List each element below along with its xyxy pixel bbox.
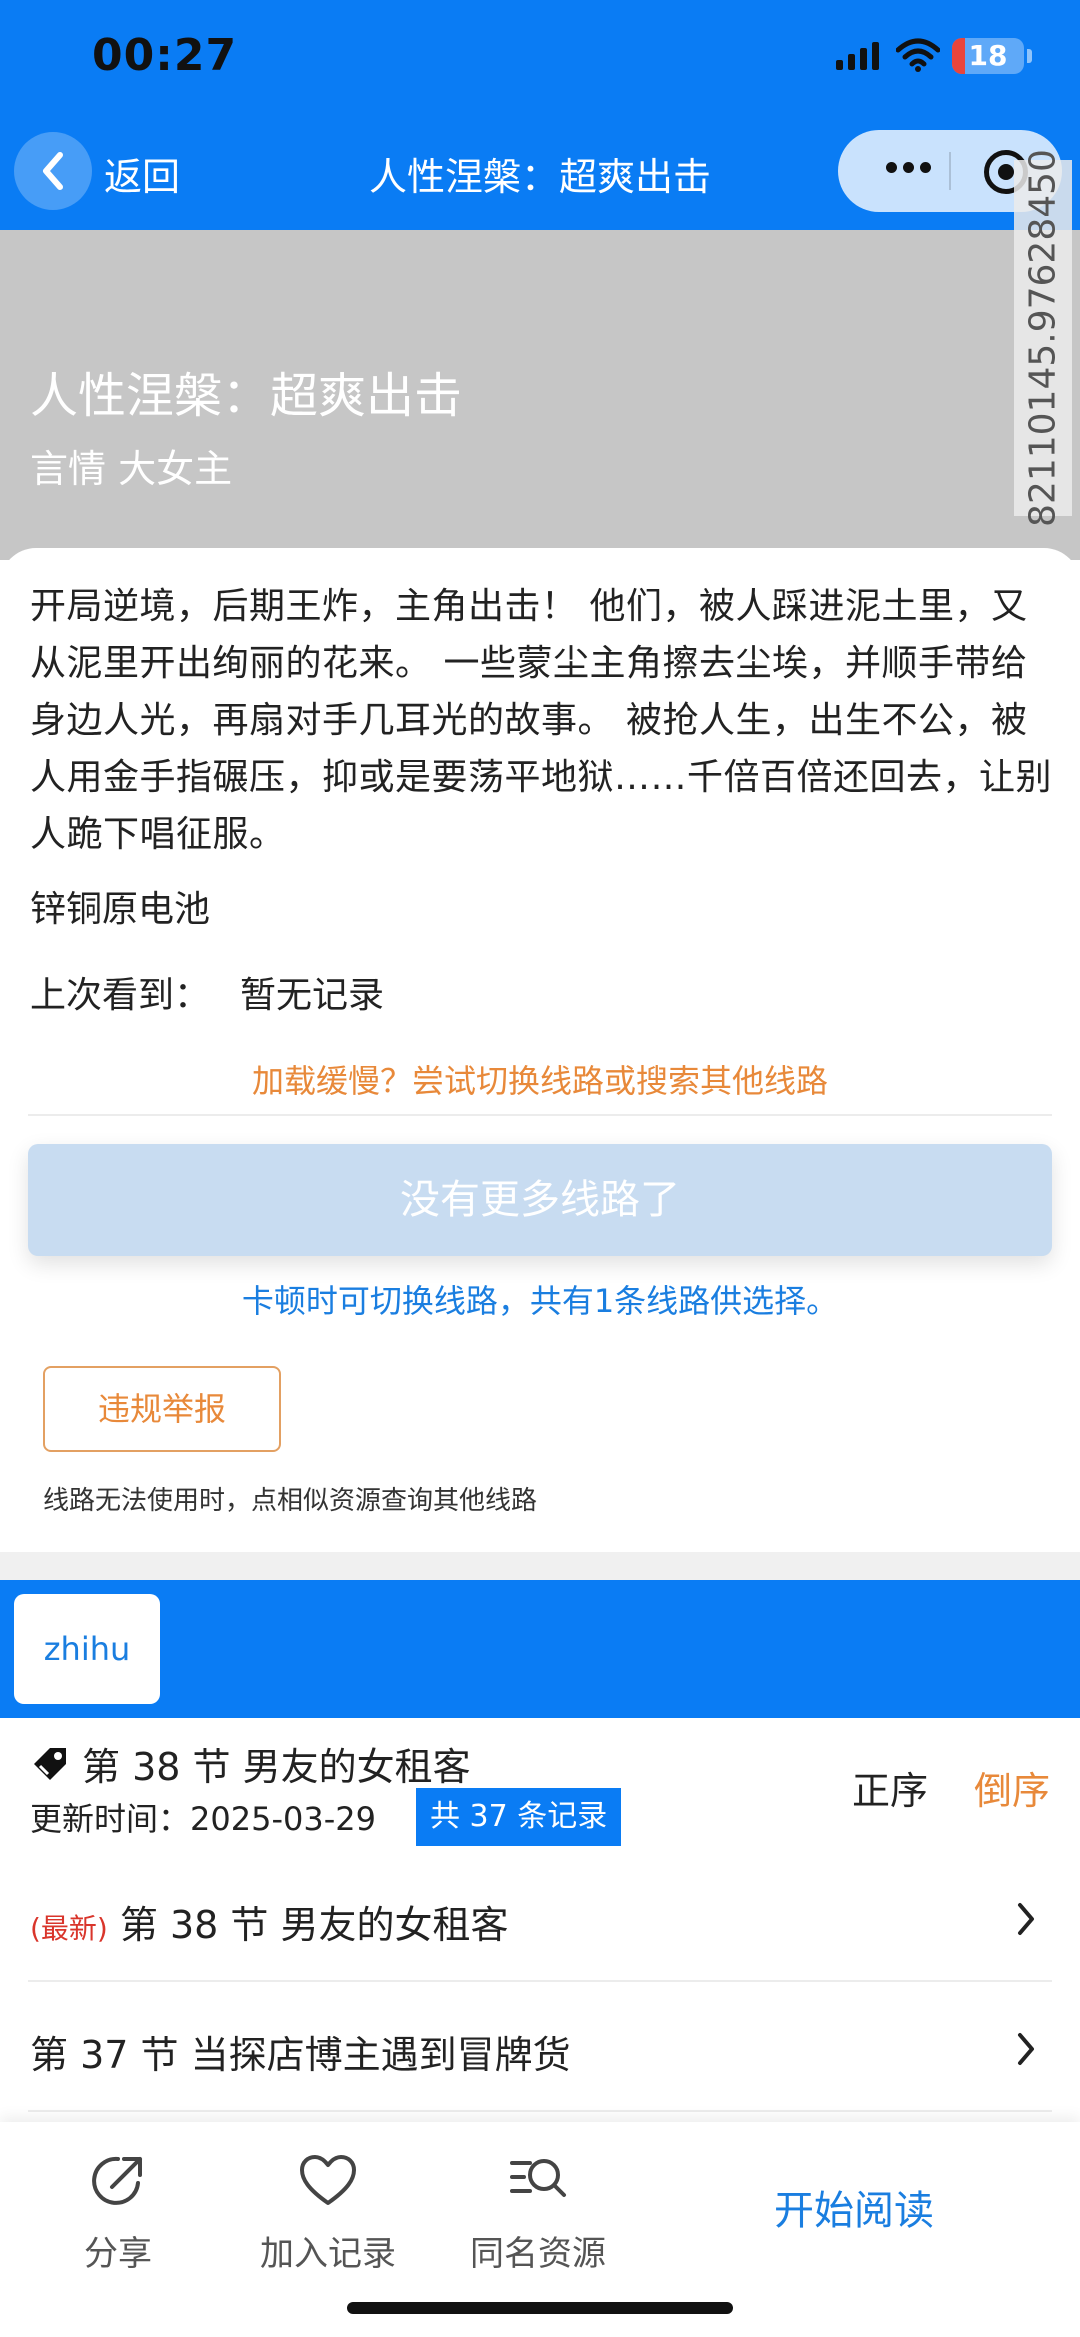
watermark-text: 82110145.97628450 <box>1022 149 1064 527</box>
same-name-resources-button[interactable]: 同名资源 <box>448 2148 628 2275</box>
report-button[interactable]: 违规举报 <box>43 1366 281 1452</box>
chevron-right-icon <box>1018 1903 1034 1935</box>
cellular-signal-icon <box>836 42 879 70</box>
book-tags: 言情 大女主 <box>30 447 233 491</box>
start-reading-button[interactable]: 开始阅读 <box>744 2178 964 2236</box>
newest-tag: (最新) <box>30 1912 108 1945</box>
book-info-card: 开局逆境，后期王炸，主角出击！ 他们，被人踩进泥土里，又从泥里开出绚丽的花来。 … <box>0 548 1080 1552</box>
chapter-title: 第 38 节 男友的女租客 <box>119 1903 509 1947</box>
chevron-right-icon <box>1018 2033 1034 2065</box>
chapter-label: (最新) 第 38 节 男友的女租客 <box>30 1894 508 1949</box>
no-more-routes-button[interactable]: 没有更多线路了 <box>28 1144 1052 1256</box>
add-record-button[interactable]: 加入记录 <box>238 2148 418 2275</box>
battery-level: 18 <box>968 39 1008 72</box>
same-name-label: 同名资源 <box>470 2234 606 2274</box>
book-description: 开局逆境，后期王炸，主角出击！ 他们，被人踩进泥土里，又从泥里开出绚丽的花来。 … <box>30 586 1053 855</box>
sort-ascending-button[interactable]: 正序 <box>852 1760 928 1815</box>
home-indicator[interactable] <box>347 2302 733 2314</box>
status-bar: 00:27 18 <box>0 0 1080 112</box>
chapter-list-item[interactable]: (最新) 第 38 节 男友的女租客 <box>0 1852 1080 1982</box>
status-time: 00:27 <box>92 30 238 81</box>
source-tabs: zhihu <box>0 1580 1080 1718</box>
chapter-list-item[interactable]: 第 37 节 当探店博主遇到冒牌货 <box>0 1982 1080 2112</box>
battery-icon: 18 <box>952 38 1024 74</box>
book-author: 锌铜原电池 <box>30 889 211 930</box>
heart-icon <box>300 2155 356 2205</box>
source-tab-zhihu[interactable]: zhihu <box>14 1594 160 1704</box>
last-seen-label: 上次看到： <box>30 975 211 1016</box>
bookmark-tag-icon <box>34 1748 66 1780</box>
last-seen-value: 暂无记录 <box>240 975 385 1016</box>
last-seen: 上次看到： 暂无记录 <box>30 966 384 1018</box>
latest-chapter-title: 第 38 节 男友的女租客 <box>82 1745 471 1789</box>
chapter-header: 第 38 节 男友的女租客 更新时间：2025-03-29 共 37 条记录 正… <box>0 1718 1080 1848</box>
section-gap <box>0 1552 1080 1580</box>
route-unusable-tip: 线路无法使用时，点相似资源查询其他线路 <box>43 1486 538 1516</box>
divider <box>28 2110 1052 2112</box>
sort-descending-button[interactable]: 倒序 <box>974 1760 1050 1815</box>
slow-loading-tip[interactable]: 加载缓慢？尝试切换线路或搜索其他线路 <box>0 1056 1080 1102</box>
bottom-action-bar: 分享 加入记录 同名资源 开始阅读 <box>0 2122 1080 2337</box>
divider <box>28 1114 1052 1116</box>
chapter-title: 第 37 节 当探店博主遇到冒牌货 <box>30 2033 571 2077</box>
update-time: 更新时间：2025-03-29 <box>30 1800 376 1838</box>
book-title: 人性涅槃：超爽出击 <box>30 368 463 424</box>
share-button[interactable]: 分享 <box>28 2148 208 2275</box>
watermark: 82110145.97628450 <box>1014 149 1072 527</box>
share-label: 分享 <box>84 2234 152 2274</box>
add-record-label: 加入记录 <box>260 2234 396 2274</box>
book-hero: 人性涅槃：超爽出击 言情 大女主 <box>0 230 1080 560</box>
more-icon[interactable] <box>886 162 931 173</box>
record-count-badge: 共 37 条记录 <box>416 1788 622 1846</box>
share-icon <box>92 2156 142 2205</box>
route-switch-tip: 卡顿时可切换线路，共有1条线路供选择。 <box>241 1282 839 1320</box>
wifi-icon <box>896 38 940 72</box>
search-list-icon <box>510 2159 566 2197</box>
nav-bar: 返回 人性涅槃：超爽出击 <box>0 112 1080 230</box>
